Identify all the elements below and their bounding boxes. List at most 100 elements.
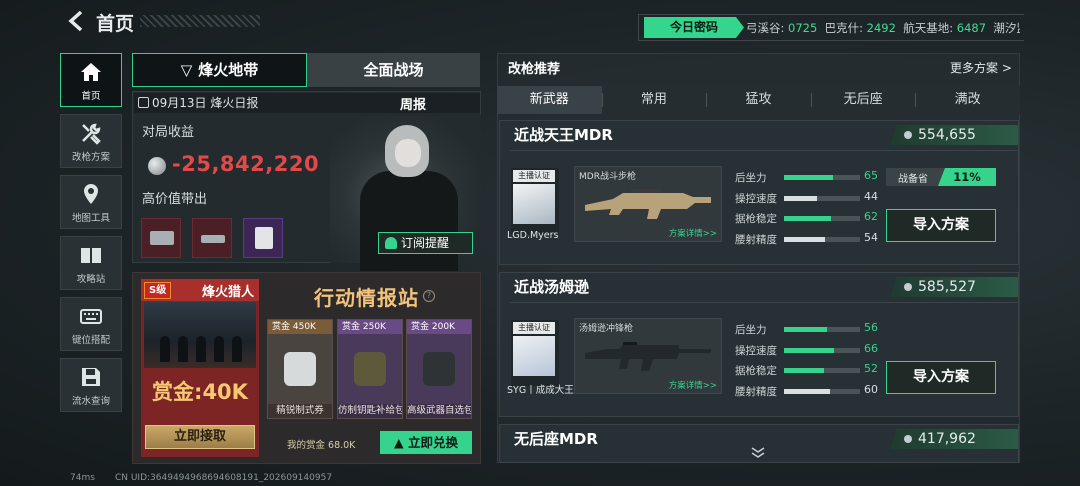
report-date: 09月13日 烽火日报: [152, 96, 259, 110]
build-name: 近战汤姆逊: [514, 278, 590, 296]
card-price: 赏金 450K: [268, 320, 332, 334]
stat-label: 据枪稳定: [735, 213, 777, 225]
tab-no-recoil[interactable]: 无后座: [810, 86, 916, 114]
subscribe-button[interactable]: 订阅提醒: [378, 232, 473, 254]
income-label: 对局收益: [142, 125, 195, 140]
stat-bar: [784, 389, 860, 394]
hunter-title: 烽火猎人: [202, 285, 255, 300]
intel-card[interactable]: 赏金 200K 高级武器自选包: [406, 319, 472, 419]
weapon-name: 汤姆逊冲锋枪: [579, 324, 634, 334]
back-arrow-icon[interactable]: [66, 10, 88, 32]
card-price: 赏金 200K: [407, 320, 471, 334]
coin-icon: [148, 157, 166, 175]
tab-assault[interactable]: 猛攻: [706, 86, 811, 114]
card-name: 仿制钥匙补给包: [338, 405, 402, 416]
recommend-title: 改枪推荐: [508, 62, 561, 77]
daily-password-button[interactable]: 今日密码: [644, 17, 744, 38]
claim-button[interactable]: 立即接取: [145, 425, 255, 449]
weapon-preview[interactable]: 汤姆逊冲锋枪 方案详情>>: [574, 318, 722, 394]
nav-label: 攻略站: [76, 274, 106, 285]
footer-status: 74ms CN UID:3649494968694608191_20260914…: [70, 473, 332, 483]
nav-label: 首页: [81, 91, 101, 102]
map-code: 6487: [956, 21, 987, 35]
tab-new-weapons[interactable]: 新武器: [497, 86, 602, 114]
build-score-badge: 417,962: [890, 429, 1018, 449]
plan-detail-link[interactable]: 方案详情>>: [669, 227, 717, 239]
high-value-label: 高价值带出: [142, 192, 208, 207]
build-score: 554,655: [918, 127, 976, 143]
weekly-report-link[interactable]: 周报: [400, 94, 426, 113]
my-bounty: 我的赏金 68.0K: [287, 440, 356, 451]
map-code: 0725: [788, 21, 818, 35]
stat-value: 54: [864, 231, 878, 244]
build-score: 417,962: [918, 431, 976, 447]
tab-full-mod[interactable]: 满改: [915, 86, 1020, 114]
author-avatar[interactable]: 主播认证: [511, 320, 559, 386]
build-name: 近战天王MDR: [514, 126, 613, 144]
build-name: 无后座MDR: [514, 430, 598, 448]
intel-card[interactable]: 赏金 450K 精锐制式券: [267, 319, 333, 419]
build-score-badge: 554,655: [890, 125, 1018, 145]
tab-fire-zone[interactable]: ▽ 烽火地带: [132, 53, 307, 87]
help-icon[interactable]: ?: [423, 290, 435, 302]
author-name: LGD.Myers: [507, 230, 559, 241]
tab-full-battlefield[interactable]: 全面战场: [307, 53, 480, 87]
map-name: 航天基地:: [903, 21, 954, 35]
divider: [510, 150, 1020, 151]
stat-bar: [784, 237, 860, 242]
recommend-tabs: 新武器 常用 猛攻 无后座 满改: [497, 86, 1020, 114]
loot-item[interactable]: [243, 218, 283, 258]
stat-label: 据枪稳定: [735, 365, 777, 377]
stat-value: 66: [864, 342, 878, 355]
nav-label: 地图工具: [71, 213, 110, 224]
nav-item-home[interactable]: 首页: [60, 53, 122, 107]
more-plans-link[interactable]: 更多方案 >: [950, 59, 1012, 76]
stat-label: 后坐力: [735, 172, 767, 184]
loot-item[interactable]: [192, 218, 232, 258]
import-plan-button[interactable]: 导入方案: [886, 209, 996, 242]
tab-common[interactable]: 常用: [601, 86, 707, 114]
hunter-bounty: 赏金:40K: [152, 380, 248, 404]
stat-value: 62: [864, 210, 878, 223]
coin-icon: [904, 131, 912, 139]
income-value: -25,842,220: [172, 152, 320, 176]
plan-detail-link[interactable]: 方案详情>>: [669, 379, 717, 391]
nav-item-map-tools[interactable]: 地图工具: [60, 175, 122, 229]
exchange-button[interactable]: ▲ 立即兑换: [380, 431, 472, 454]
chevron-down-icon[interactable]: [751, 447, 765, 459]
author-avatar[interactable]: 主播认证: [511, 168, 559, 234]
card-name: 高级武器自选包: [407, 405, 471, 416]
calendar-icon: [138, 97, 149, 108]
nav-label: 键位搭配: [71, 335, 110, 346]
stat-value: 52: [864, 362, 878, 375]
weapon-preview[interactable]: MDR战斗步枪 方案详情>>: [574, 166, 722, 242]
build-score: 585,527: [918, 279, 976, 295]
stat-bar: [784, 216, 860, 221]
intel-station-title: 行动情报站: [314, 286, 419, 310]
prep-saving-badge: 战备省 11%: [886, 168, 996, 186]
prep-label: 战备省: [898, 174, 928, 185]
stat-bar: [784, 348, 860, 353]
card-price: 赏金 250K: [338, 320, 402, 334]
tools-icon: [82, 123, 101, 145]
stat-bar: [784, 196, 860, 201]
divider: [510, 302, 1020, 303]
map-name: 巴克什:: [824, 21, 863, 35]
nav-item-keybinds[interactable]: 键位搭配: [60, 297, 122, 351]
home-icon: [81, 63, 101, 81]
author-tag: 主播认证: [513, 170, 555, 182]
book-icon: [81, 248, 101, 263]
weapon-name: MDR战斗步枪: [579, 172, 636, 182]
nav-item-guides[interactable]: 攻略站: [60, 236, 122, 290]
smg-icon: [585, 342, 711, 371]
card-name: 精锐制式券: [276, 405, 324, 416]
ping: 74ms: [70, 473, 95, 483]
author-tag: 主播认证: [513, 322, 555, 334]
nav-item-transactions[interactable]: 流水查询: [60, 358, 122, 412]
build-score-badge: 585,527: [890, 277, 1018, 297]
import-plan-button[interactable]: 导入方案: [886, 361, 996, 394]
loot-item[interactable]: [141, 218, 181, 258]
nav-item-mod-plans[interactable]: 改枪方案: [60, 114, 122, 168]
stat-label: 后坐力: [735, 324, 767, 336]
intel-card[interactable]: 赏金 250K 仿制钥匙补给包: [337, 319, 403, 419]
